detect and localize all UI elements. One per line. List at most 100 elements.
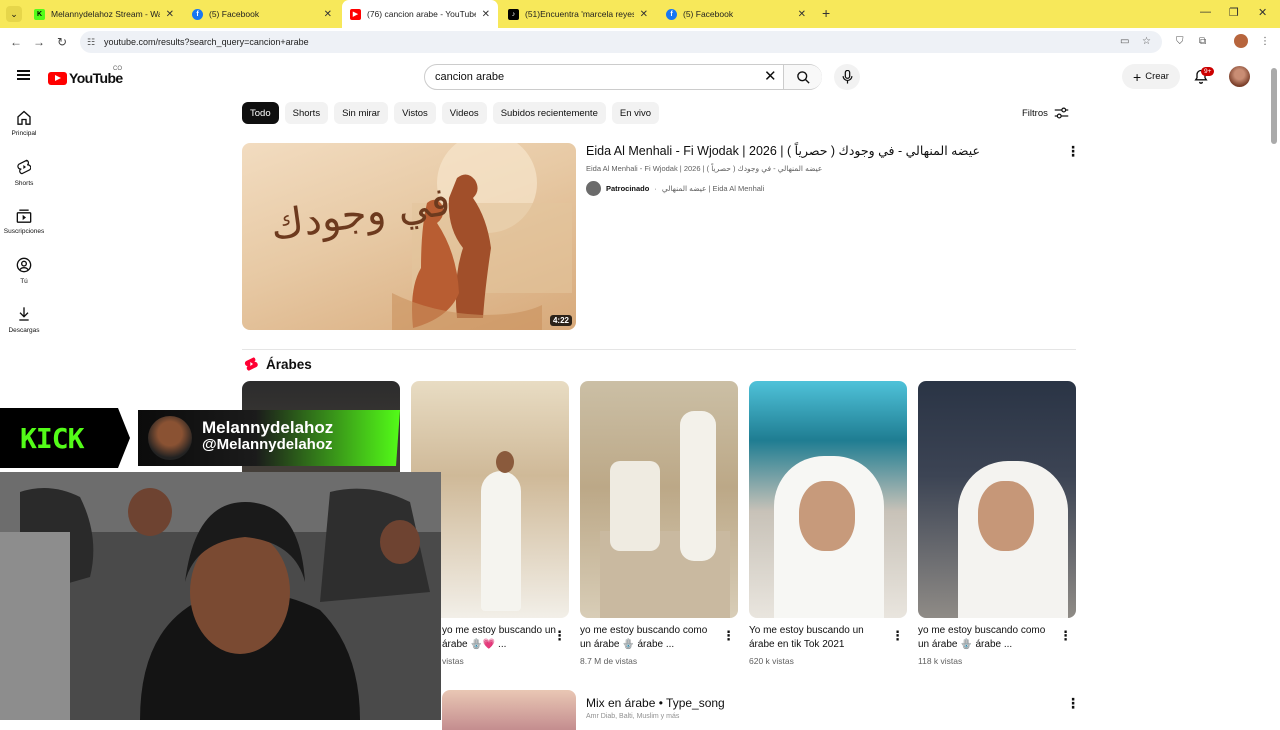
- more-actions-icon[interactable]: ⋮: [722, 628, 735, 644]
- chip-sin-mirar[interactable]: Sin mirar: [334, 102, 389, 124]
- short-title[interactable]: Yo me estoy buscando un árabe en tik Tok…: [749, 624, 879, 652]
- short-thumbnail[interactable]: [580, 381, 738, 618]
- create-button[interactable]: + Crear: [1122, 64, 1180, 89]
- channel-name[interactable]: عيضه المنهالي | Eida Al Menhali: [662, 184, 764, 193]
- video-thumbnail[interactable]: في وجودك 4:22: [242, 143, 576, 330]
- maximize-button[interactable]: ❐: [1229, 6, 1239, 19]
- short-thumbnail[interactable]: [749, 381, 907, 618]
- search-button[interactable]: [783, 65, 822, 89]
- extensions-icon[interactable]: ⧉: [1199, 36, 1206, 47]
- short-views: 620 k vistas: [749, 656, 794, 666]
- sliders-icon: [1054, 107, 1069, 119]
- chip-subidos-recientemente[interactable]: Subidos recientemente: [492, 102, 606, 124]
- youtube-play-icon: [48, 71, 67, 85]
- microphone-icon: [842, 70, 852, 84]
- channel-avatar[interactable]: [586, 181, 601, 196]
- short-title[interactable]: yo me estoy buscando como un árabe 🪬 ára…: [580, 624, 710, 652]
- tab-title: (5) Facebook: [209, 9, 260, 19]
- short-thumbnail[interactable]: [918, 381, 1076, 618]
- guide-item-home[interactable]: Principal: [0, 110, 48, 137]
- tab-search-button[interactable]: ⌄: [6, 6, 22, 22]
- close-icon[interactable]: ✕: [640, 9, 648, 20]
- reload-button[interactable]: ↻: [57, 35, 67, 49]
- more-actions-icon[interactable]: ⋮: [1066, 144, 1080, 158]
- tab-facebook-2[interactable]: f (5) Facebook ✕: [658, 0, 814, 28]
- profile-avatar[interactable]: [1234, 34, 1248, 48]
- tab-youtube[interactable]: ▶ (76) cancion arabe - YouTube ✕: [342, 0, 498, 28]
- chip-vistos[interactable]: Vistos: [394, 102, 436, 124]
- scrollbar-thumb[interactable]: [1271, 68, 1277, 144]
- account-avatar[interactable]: [1229, 66, 1250, 87]
- back-button[interactable]: ←: [10, 35, 22, 49]
- tab-tiktok[interactable]: ♪ (51)Encuentra 'marcela reyes' e ✕: [500, 0, 656, 28]
- close-icon[interactable]: ✕: [798, 9, 806, 20]
- guide-item-shorts[interactable]: Shorts: [0, 159, 48, 187]
- sponsored-channel-row: Patrocinado · عيضه المنهالي | Eida Al Me…: [586, 181, 764, 196]
- shield-icon[interactable]: ⛉: [1176, 36, 1184, 47]
- new-tab-button[interactable]: +: [822, 5, 830, 21]
- close-icon[interactable]: ✕: [482, 9, 490, 20]
- chip-videos[interactable]: Videos: [441, 102, 487, 124]
- guide-item-downloads[interactable]: Descargas: [0, 306, 48, 334]
- close-icon[interactable]: ✕: [166, 9, 174, 20]
- chip-en-vivo[interactable]: En vivo: [611, 102, 660, 124]
- shorts-icon: [17, 159, 31, 175]
- webcam-feed: [0, 472, 441, 720]
- youtube-header: YouTube CO ✕ + Crear 9+: [0, 56, 1268, 96]
- more-actions-icon[interactable]: ⋮: [1059, 628, 1072, 644]
- forward-button[interactable]: →: [33, 35, 45, 49]
- kick-icon: K: [34, 8, 45, 20]
- voice-search-button[interactable]: [834, 64, 860, 90]
- guide-label: Suscripciones: [3, 228, 45, 235]
- clear-search-icon[interactable]: ✕: [764, 67, 777, 85]
- download-icon: [19, 307, 29, 321]
- notification-badge: 9+: [1201, 67, 1215, 76]
- filter-chips: Todo Shorts Sin mirar Vistos Videos Subi…: [242, 102, 660, 124]
- tab-facebook-1[interactable]: f (5) Facebook ✕: [184, 0, 340, 28]
- minimize-button[interactable]: —: [1200, 6, 1211, 18]
- search-box: ✕: [424, 64, 822, 90]
- more-actions-icon[interactable]: ⋮: [1066, 696, 1080, 710]
- install-app-icon[interactable]: ▭: [1120, 36, 1129, 47]
- chip-todo[interactable]: Todo: [242, 102, 279, 124]
- shorts-shelf-header: Árabes: [244, 356, 312, 372]
- search-icon: [796, 70, 810, 84]
- address-bar[interactable]: youtube.com/results?search_query=cancion…: [80, 31, 1162, 53]
- site-info-icon[interactable]: ☷: [87, 37, 95, 48]
- menu-dots-icon[interactable]: ⋮: [1260, 36, 1270, 47]
- guide-item-subscriptions[interactable]: Suscripciones: [0, 208, 48, 235]
- mix-thumbnail[interactable]: [442, 690, 576, 730]
- youtube-logo[interactable]: YouTube: [48, 70, 123, 86]
- mix-artists: Amr Diab, Balti, Muslim y más: [586, 713, 680, 720]
- bookmark-star-icon[interactable]: ☆: [1142, 36, 1151, 47]
- menu-icon[interactable]: [17, 70, 30, 80]
- guide-item-you[interactable]: Tú: [0, 257, 48, 285]
- tab-title: Melannydelahoz Stream - Watc: [51, 9, 160, 19]
- home-icon: [17, 110, 31, 125]
- more-actions-icon[interactable]: ⋮: [891, 628, 904, 644]
- sponsored-label: Patrocinado: [606, 184, 650, 193]
- guide-label: Descargas: [8, 327, 40, 334]
- short-title[interactable]: yo me estoy buscando como un árabe 🪬 ára…: [918, 624, 1048, 652]
- chip-shorts[interactable]: Shorts: [284, 102, 329, 124]
- logo-text: YouTube: [69, 70, 123, 86]
- scrollbar[interactable]: [1268, 56, 1280, 720]
- search-input[interactable]: [425, 66, 755, 88]
- facebook-icon: f: [192, 8, 203, 20]
- subscriptions-icon: [16, 209, 32, 223]
- facebook-icon: f: [666, 8, 677, 20]
- youtube-icon: ▶: [350, 8, 361, 20]
- close-icon[interactable]: ✕: [324, 9, 332, 20]
- more-actions-icon[interactable]: ⋮: [553, 628, 566, 644]
- tab-kick[interactable]: K Melannydelahoz Stream - Watc ✕: [26, 0, 182, 28]
- section-divider: [242, 349, 1076, 350]
- video-description: Eida Al Menhali - Fi Wjodak | 2026 | عيض…: [586, 164, 823, 173]
- video-title[interactable]: Eida Al Menhali - Fi Wjodak | 2026 | عيض…: [586, 143, 980, 158]
- url-text: youtube.com/results?search_query=cancion…: [104, 37, 309, 47]
- close-window-button[interactable]: ✕: [1258, 6, 1267, 19]
- filters-button[interactable]: Filtros: [1022, 107, 1069, 119]
- guide-label: Tú: [20, 278, 28, 285]
- mix-title[interactable]: Mix en árabe • Type_song: [586, 696, 725, 710]
- short-views: vistas: [442, 656, 464, 666]
- short-views: 8.7 M de vistas: [580, 656, 638, 666]
